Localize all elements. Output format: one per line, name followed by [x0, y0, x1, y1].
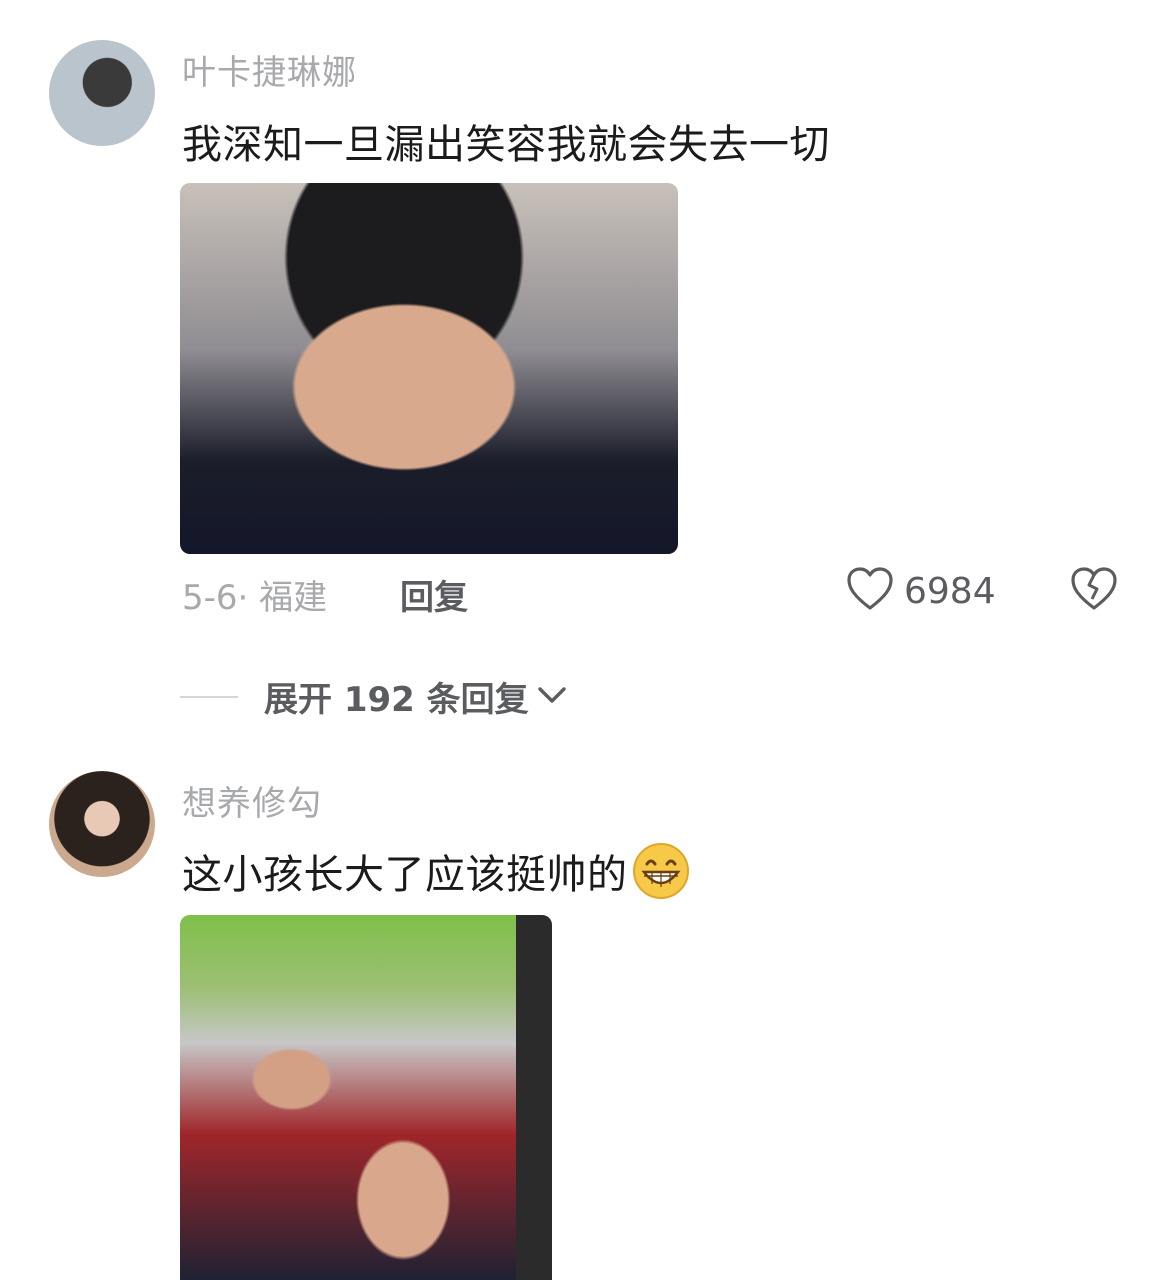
- grinning-face-emoji-icon: [632, 842, 690, 900]
- avatar[interactable]: [49, 771, 155, 877]
- chevron-down-icon: [537, 685, 567, 709]
- expand-replies-button[interactable]: 展开 192 条回复: [180, 672, 567, 721]
- reply-button[interactable]: 回复: [400, 570, 468, 619]
- comment-text: 我深知一旦漏出笑容我就会失去一切: [182, 122, 830, 168]
- username[interactable]: 想养修勾: [182, 776, 322, 825]
- comment-image[interactable]: [180, 915, 552, 1280]
- like-count: 6984: [904, 570, 996, 612]
- dislike-button[interactable]: [1070, 566, 1118, 616]
- broken-heart-icon: [1070, 567, 1118, 616]
- divider: [180, 695, 238, 698]
- expand-replies-label: 展开 192 条回复: [264, 680, 529, 720]
- comment-text-content: 这小孩长大了应该挺帅的: [182, 852, 628, 898]
- comment-image[interactable]: [180, 183, 678, 554]
- avatar[interactable]: [49, 40, 155, 146]
- comment-date-location: 5-6· 福建: [182, 578, 328, 618]
- like-button[interactable]: 6984: [846, 566, 996, 616]
- heart-outline-icon: [846, 566, 894, 616]
- username[interactable]: 叶卡捷琳娜: [182, 45, 357, 94]
- comment-text: 这小孩长大了应该挺帅的: [182, 842, 690, 900]
